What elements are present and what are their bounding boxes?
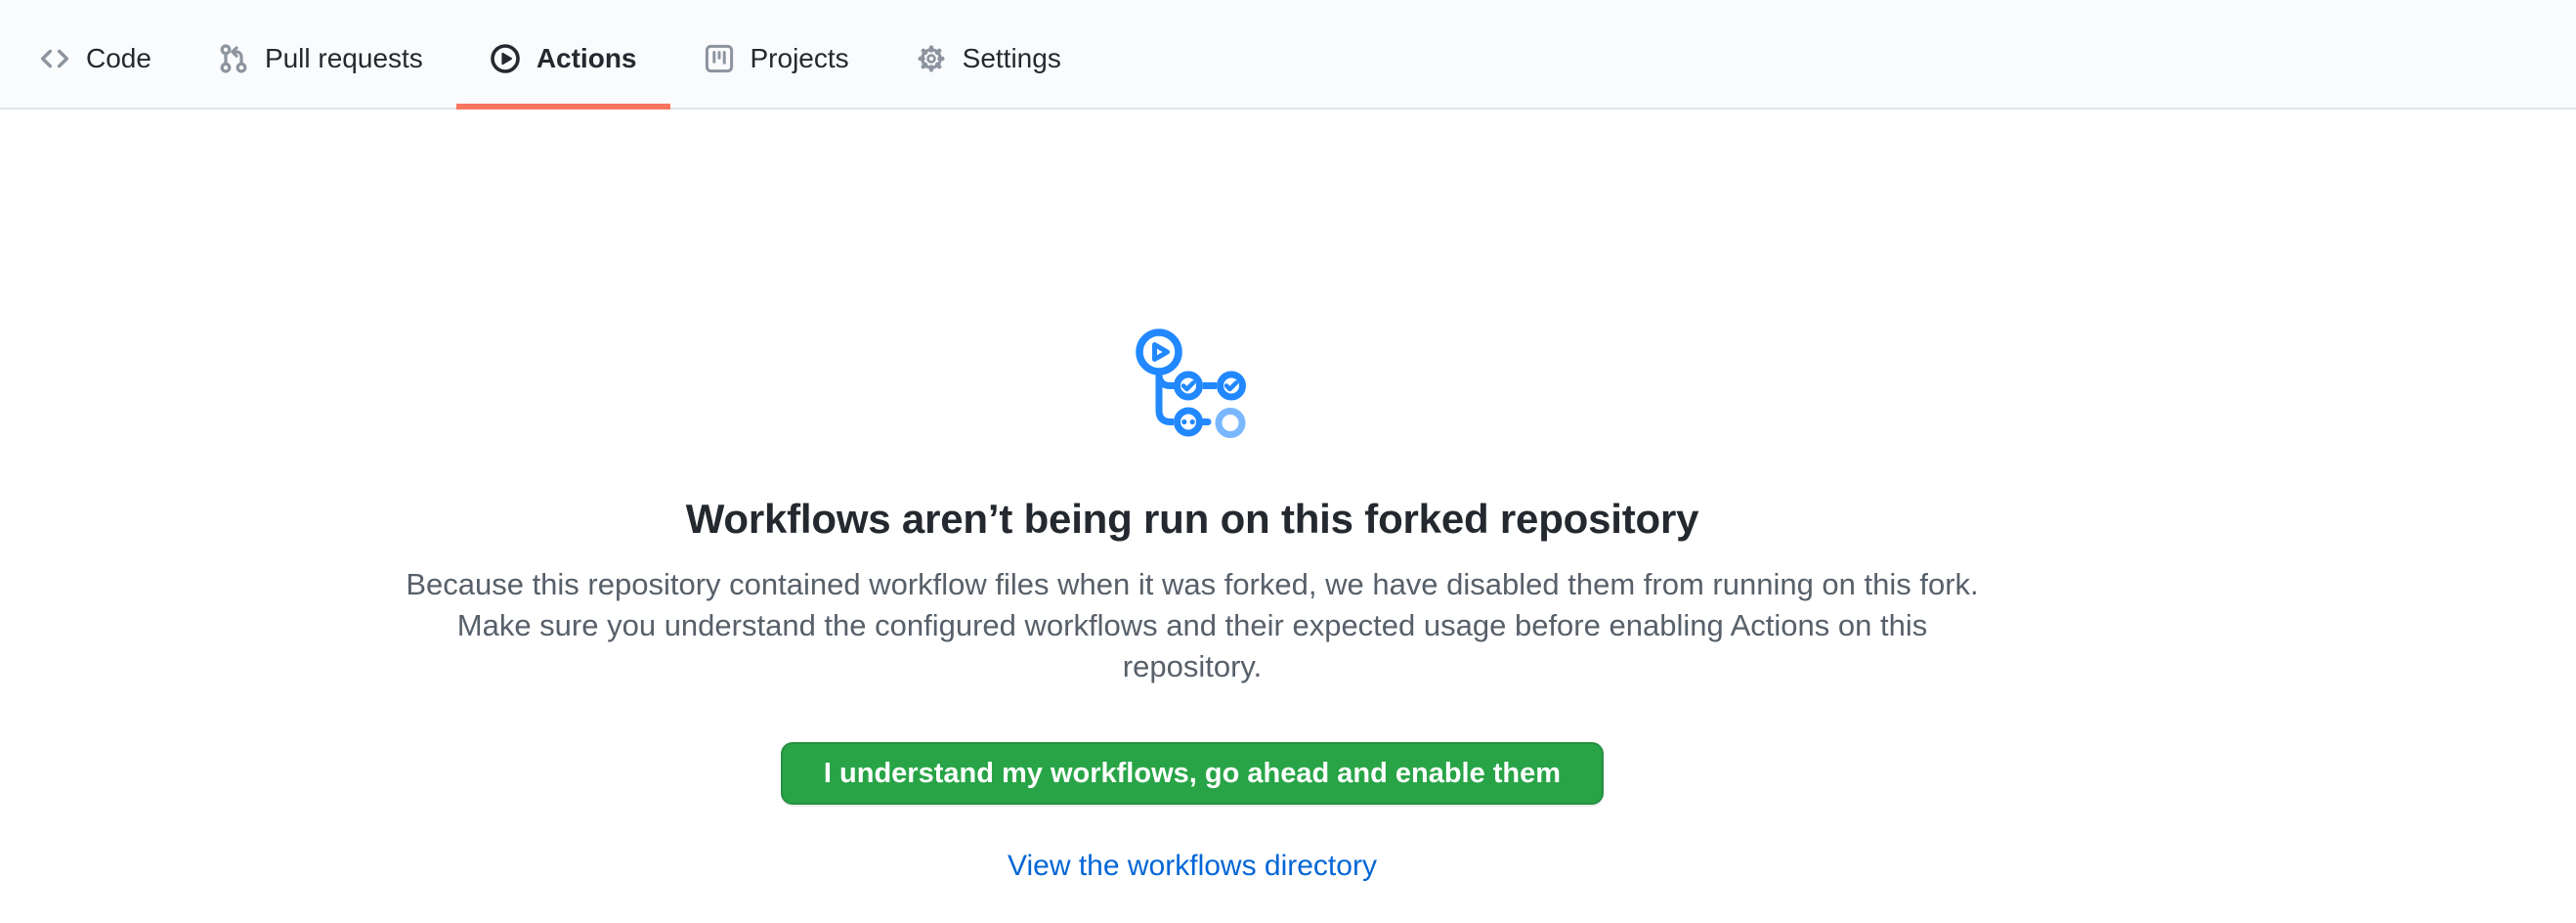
tab-label: Projects	[751, 45, 849, 72]
tab-label: Actions	[537, 45, 637, 72]
blankslate: Workflows aren’t being run on this forke…	[0, 110, 2384, 883]
tab-label: Pull requests	[265, 45, 423, 72]
code-icon	[39, 43, 70, 74]
tab-projects[interactable]: Projects	[670, 0, 882, 108]
play-icon	[490, 43, 521, 74]
tab-settings[interactable]: Settings	[882, 0, 1095, 108]
tab-label: Settings	[963, 45, 1061, 72]
tab-actions[interactable]: Actions	[456, 0, 670, 108]
gear-icon	[916, 43, 947, 74]
pull-request-icon	[218, 43, 249, 74]
view-workflows-directory-link[interactable]: View the workflows directory	[1008, 850, 1377, 882]
repo-tab-nav: Code Pull requests	[0, 0, 2576, 110]
actions-blankslate-page: Workflows aren’t being run on this forke…	[0, 110, 2576, 883]
blankslate-description: Because this repository contained workfl…	[401, 564, 1984, 687]
repo-tabs: Code Pull requests	[6, 0, 1095, 108]
enable-workflows-button[interactable]: I understand my workflows, go ahead and …	[781, 742, 1604, 805]
tab-pull-requests[interactable]: Pull requests	[185, 0, 456, 108]
tab-code[interactable]: Code	[6, 0, 185, 108]
actions-workflow-icon	[1136, 329, 1249, 442]
tab-label: Code	[86, 45, 151, 72]
blankslate-title: Workflows aren’t being run on this forke…	[0, 496, 2384, 543]
project-icon	[704, 43, 735, 74]
